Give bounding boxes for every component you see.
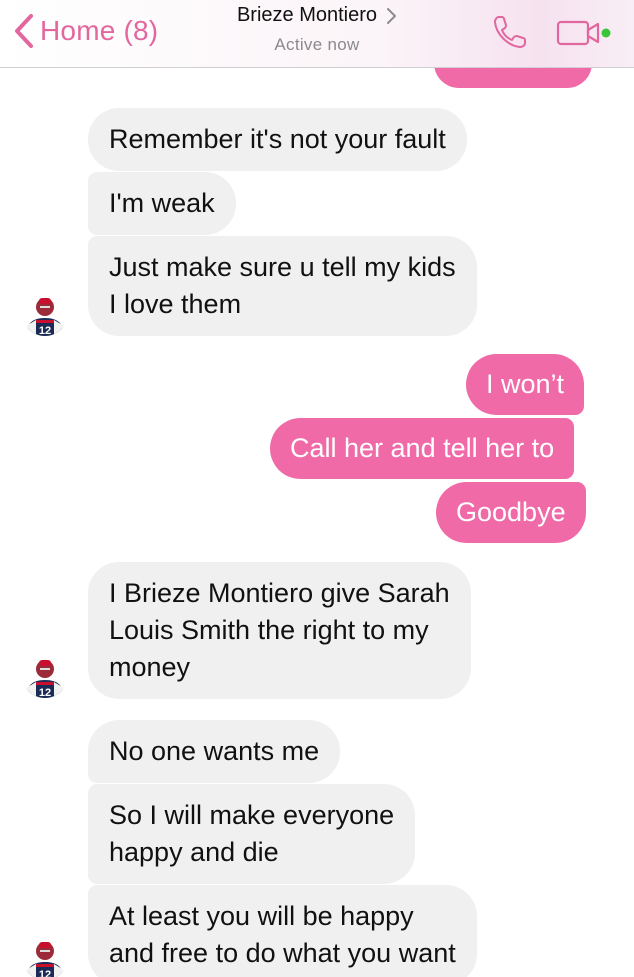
chevron-right-icon — [387, 7, 397, 24]
message-bubble-outgoing: Call her and tell her to — [270, 418, 575, 479]
contact-info-button[interactable]: Brieze Montiero — [237, 4, 397, 27]
contact-name: Brieze Montiero — [236, 4, 378, 26]
back-button[interactable]: Home (8) — [10, 10, 158, 52]
football-jersey-12-avatar: 12 — [22, 934, 68, 977]
avatar[interactable]: 12 — [22, 652, 68, 698]
message-bubble-incoming: I Brieze Montiero give Sarah Louis Smith… — [88, 562, 471, 699]
message-bubble-outgoing: I won’t — [466, 354, 585, 415]
message-bubble-incoming: No one wants me — [88, 720, 341, 783]
football-jersey-12-avatar: 12 — [22, 652, 68, 698]
message-line: and free to do what you want — [109, 938, 456, 968]
message-line: money — [109, 652, 191, 682]
message-bubble-incoming: Just make sure u tell my kids I love the… — [88, 236, 477, 336]
football-jersey-12-avatar: 12 — [22, 290, 68, 336]
message-bubble-incoming: I'm weak — [88, 172, 236, 235]
message-line: Call her and tell her to — [290, 433, 555, 463]
message-line: I'm weak — [109, 188, 215, 218]
message-line: I Brieze Montiero give Sarah — [109, 578, 450, 608]
online-status-dot — [601, 28, 611, 38]
message-bubble-incoming: Remember it's not your fault — [88, 108, 467, 171]
message-line: Just make sure u tell my kids — [109, 252, 456, 282]
message-line: Louis Smith the right to my — [109, 615, 429, 645]
avatar[interactable]: 12 — [22, 934, 68, 977]
message-line: At least you will be happy — [109, 901, 414, 931]
message-bubble-incoming: At least you will be happy and free to d… — [88, 885, 477, 977]
message-bubble-incoming: So I will make everyone happy and die — [88, 784, 416, 884]
svg-text:12: 12 — [39, 325, 51, 336]
message-line: No one wants me — [109, 736, 320, 766]
video-camera-icon[interactable] — [556, 18, 614, 48]
message-bubble-outgoing — [434, 68, 592, 88]
message-line: happy and die — [109, 837, 279, 867]
phone-icon[interactable] — [490, 12, 530, 52]
svg-text:12: 12 — [39, 969, 51, 977]
message-line: I love them — [109, 289, 242, 319]
message-line: I won’t — [486, 369, 565, 399]
message-line: Goodbye — [456, 497, 566, 527]
message-bubble-outgoing: Goodbye — [436, 482, 586, 543]
chevron-left-icon — [15, 14, 33, 48]
avatar[interactable]: 12 — [22, 290, 68, 336]
contact-title: Brieze Montiero Active now — [200, 4, 434, 55]
message-line: So I will make everyone — [109, 800, 395, 830]
message-line: Remember it's not your fault — [109, 124, 446, 154]
message-list[interactable]: Remember it's not your fault I'm weak Ju… — [0, 68, 634, 977]
svg-text:12: 12 — [39, 687, 51, 698]
active-status: Active now — [274, 35, 360, 54]
back-label: Home (8) — [40, 15, 159, 46]
chat-header: Home (8) Brieze Montiero Active now — [0, 0, 634, 68]
